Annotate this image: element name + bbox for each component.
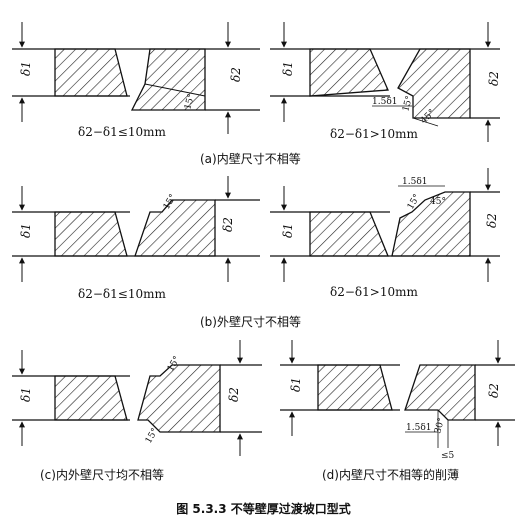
angle-label: 45°	[430, 197, 446, 207]
caption-b: (b)外壁尺寸不相等	[200, 315, 301, 329]
pipe-section-thick	[134, 199, 216, 257]
length-label: 1.5δ1	[372, 97, 397, 107]
pipe-section-thin	[54, 48, 128, 97]
max-label: ≤5	[441, 451, 455, 461]
panel-b-right	[270, 168, 500, 282]
panel-a-right	[270, 22, 500, 142]
length-label: 1.5δ1	[402, 177, 427, 187]
delta1-label: δ1	[281, 61, 295, 76]
length-label: 1.5δ1	[406, 423, 431, 433]
pipe-section-thin	[309, 48, 389, 97]
panel-a-left	[12, 22, 260, 134]
pipe-section-thin	[54, 211, 128, 257]
condition-label: δ2−δ1>10mm	[330, 127, 418, 141]
caption-a: (a)内壁尺寸不相等	[200, 152, 301, 166]
bevel-transition-diagram: δ1 δ2 δ1 δ2 δ1 δ2 δ1 δ2 δ1 δ2 δ1 δ2 δ2−δ…	[12, 22, 515, 461]
condition-label: δ2−δ1≤10mm	[78, 125, 166, 139]
pipe-section-thin	[54, 375, 128, 421]
condition-label: δ2−δ1≤10mm	[78, 287, 166, 301]
panel-d	[280, 340, 515, 448]
delta2-label: δ2	[485, 213, 499, 228]
delta2-label: δ2	[487, 383, 501, 398]
condition-label: δ2−δ1>10mm	[330, 285, 418, 299]
pipe-section-thin	[309, 211, 389, 257]
panel-c	[12, 340, 262, 456]
pipe-section-thick	[404, 364, 476, 421]
pipe-section-thick	[137, 364, 221, 433]
angle-label: 30°	[433, 417, 447, 435]
delta2-label: δ2	[227, 387, 241, 402]
delta2-label: δ2	[229, 67, 243, 82]
delta2-label: δ2	[487, 71, 501, 86]
delta2-label: δ2	[221, 217, 235, 232]
delta1-label: δ1	[19, 387, 33, 402]
delta1-label: δ1	[281, 223, 295, 238]
delta1-label: δ1	[19, 223, 33, 238]
caption-c: (c)内外壁尺寸均不相等	[40, 468, 164, 482]
delta1-label: δ1	[19, 61, 33, 76]
caption-d: (d)内壁尺寸不相等的削薄	[322, 468, 459, 482]
delta1-label: δ1	[289, 377, 303, 392]
figure-title: 图 5.3.3 不等壁厚过渡坡口型式	[176, 502, 351, 516]
pipe-section-thin	[317, 364, 393, 411]
